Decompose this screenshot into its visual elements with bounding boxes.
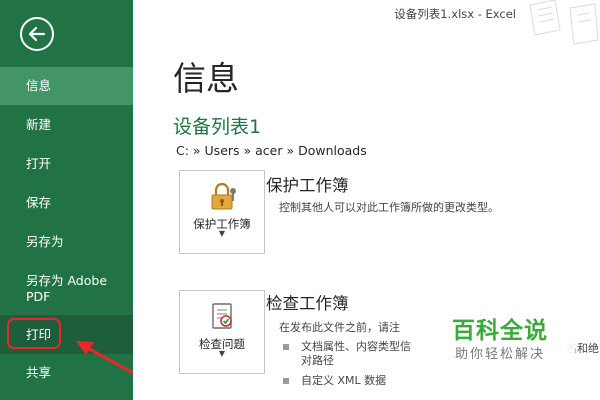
watermark-subtitle: 助你轻松解决 — [454, 347, 545, 362]
file-path-breadcrumb[interactable]: C: » Users » acer » Downloads — [176, 143, 367, 158]
sidebar-item-label: 另存为 Adobe PDF — [26, 273, 108, 304]
sidebar-item-label: 打印 — [26, 327, 52, 342]
sidebar-item-label: 信息 — [26, 78, 52, 93]
watermark-title: 百科全说 — [452, 318, 548, 344]
sidebar-item-print[interactable]: 打印 — [0, 315, 133, 354]
sidebar-item-save[interactable]: 保存 — [0, 184, 133, 222]
sidebar-item-save-as[interactable]: 另存为 — [0, 223, 133, 261]
check-for-issues-button[interactable]: 检查问题 ▼ — [179, 290, 265, 374]
protect-workbook-button[interactable]: 保护工作簿 ▼ — [179, 170, 265, 254]
list-item-text: 文档属性、内容类型信 — [301, 340, 411, 353]
back-arrow-icon — [28, 26, 46, 42]
sidebar-item-label: 共享 — [26, 365, 52, 380]
sidebar-item-label: 另存为 — [26, 234, 64, 249]
protect-workbook-description: 控制其他人可以对此工作簿所做的更改类型。 — [279, 201, 499, 214]
file-name: 设备列表1 — [173, 116, 262, 138]
back-button[interactable] — [20, 17, 54, 51]
sidebar-item-open[interactable]: 打开 — [0, 145, 133, 183]
sidebar-item-info[interactable]: 信息 — [0, 67, 133, 105]
sidebar-item-label: 打开 — [26, 156, 52, 171]
sidebar-item-label: 新建 — [26, 117, 52, 132]
decorative-sketch-icon — [529, 0, 599, 45]
page-title: 信息 — [173, 59, 239, 98]
lock-key-icon — [211, 182, 236, 210]
sidebar-item-new[interactable]: 新建 — [0, 106, 133, 144]
chevron-down-icon: ▼ — [218, 229, 226, 238]
sidebar-item-save-as-pdf[interactable]: 另存为 Adobe PDF — [0, 266, 133, 314]
sidebar-item-share[interactable]: 共享 — [0, 356, 133, 394]
bullet-icon — [283, 378, 289, 384]
window-title: 设备列表1.xlsx - Excel — [394, 7, 516, 21]
inspect-workbook-description: 在发布此文件之前，请注 — [279, 321, 400, 334]
watermark: 百科全说 助你轻松解决 — [425, 312, 575, 376]
chevron-down-icon: ▼ — [218, 349, 226, 358]
backstage-sidebar: 信息 新建 打开 保存 另存为 另存为 Adobe PDF 打印 共享 — [0, 0, 133, 400]
inspect-document-icon — [212, 303, 232, 329]
bullet-icon — [283, 344, 289, 350]
excel-backstage: 信息 新建 打开 保存 另存为 另存为 Adobe PDF 打印 共享 设备列表… — [0, 0, 600, 400]
list-item: 自定义 XML 数据 — [279, 374, 600, 388]
list-item-text: 自定义 XML 数据 — [301, 374, 387, 387]
list-item-text: 对路径 — [301, 354, 334, 367]
sidebar-item-label: 保存 — [26, 195, 52, 210]
protect-workbook-heading: 保护工作簿 — [266, 176, 349, 195]
inspect-workbook-heading: 检查工作簿 — [266, 294, 349, 313]
